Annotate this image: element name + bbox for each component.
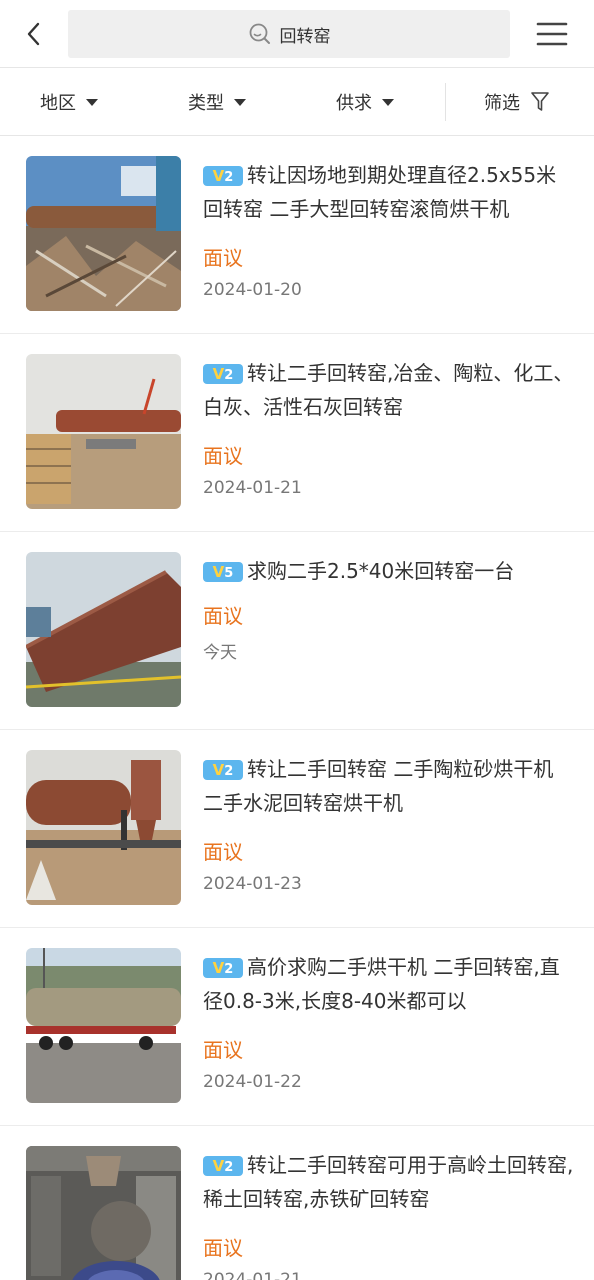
listing-price: 面议 — [203, 246, 243, 270]
filter-screen[interactable]: 筛选 — [484, 69, 550, 135]
listing-date: 2024-01-20 — [203, 280, 302, 300]
kiln-truck-photo — [26, 948, 181, 1103]
list-item[interactable]: V2 转让二手回转窑 二手陶粒砂烘干机 二手水泥回转窑烘干机 面议 2024-01… — [0, 730, 594, 928]
listing-photo[interactable] — [26, 156, 181, 311]
listing-price: 面议 — [203, 1236, 243, 1260]
listing-photo[interactable] — [26, 750, 181, 905]
list-item[interactable]: V2 转让因场地到期处理直径2.5x55米回转窑 二手大型回转窑滚筒烘干机 面议 … — [0, 136, 594, 334]
list-item[interactable]: V5 求购二手2.5*40米回转窑一台 面议 今天 — [0, 532, 594, 730]
vip-badge: V2 — [203, 364, 243, 384]
chevron-left-icon — [27, 22, 40, 46]
filter-region-label: 地区 — [40, 93, 76, 114]
listing-photo[interactable] — [26, 1146, 181, 1280]
kiln-photo — [26, 552, 181, 707]
filter-bar: 地区 类型 供求 筛选 — [0, 69, 594, 136]
list-item[interactable]: V2 转让二手回转窑可用于高岭土回转窑,稀土回转窑,赤铁矿回转窑 面议 2024-… — [0, 1126, 594, 1280]
search-query: 回转窑 — [279, 26, 331, 47]
caret-down-icon — [382, 98, 394, 106]
listing-title[interactable]: V2 转让因场地到期处理直径2.5x55米回转窑 二手大型回转窑滚筒烘干机 — [203, 158, 575, 226]
listing-title[interactable]: V5 求购二手2.5*40米回转窑一台 — [203, 554, 575, 588]
vip-badge: V5 — [203, 562, 243, 582]
list-item[interactable]: V2 转让二手回转窑,冶金、陶粒、化工、白灰、活性石灰回转窑 面议 2024-01… — [0, 334, 594, 532]
listing-title[interactable]: V2 转让二手回转窑,冶金、陶粒、化工、白灰、活性石灰回转窑 — [203, 356, 575, 424]
filter-type[interactable]: 类型 — [188, 69, 246, 135]
top-bar: 回转窑 — [0, 0, 594, 68]
listing-date: 今天 — [203, 643, 237, 663]
listing-photo[interactable] — [26, 948, 181, 1103]
hamburger-menu-icon — [536, 22, 568, 46]
listing-title[interactable]: V2 转让二手回转窑 二手陶粒砂烘干机 二手水泥回转窑烘干机 — [203, 752, 575, 820]
filter-divider — [445, 83, 446, 121]
caret-down-icon — [86, 98, 98, 106]
listing-title[interactable]: V2 高价求购二手烘干机 二手回转窑,直径0.8-3米,长度8-40米都可以 — [203, 950, 575, 1018]
listing-price: 面议 — [203, 444, 243, 468]
listing-title[interactable]: V2 转让二手回转窑可用于高岭土回转窑,稀土回转窑,赤铁矿回转窑 — [203, 1148, 575, 1216]
listing-price: 面议 — [203, 840, 243, 864]
funnel-icon — [531, 92, 549, 111]
listing-date: 2024-01-22 — [203, 1072, 302, 1092]
vip-badge: V2 — [203, 958, 243, 978]
listing-photo[interactable] — [26, 552, 181, 707]
listing-price: 面议 — [203, 604, 243, 628]
vip-badge: V2 — [203, 760, 243, 780]
back-button[interactable] — [18, 18, 50, 50]
filter-screen-label: 筛选 — [484, 93, 520, 114]
listing-price: 面议 — [203, 1038, 243, 1062]
vip-badge: V2 — [203, 166, 243, 186]
kiln-dryer-photo — [26, 750, 181, 905]
kiln-demolition-photo — [26, 156, 181, 311]
caret-down-icon — [234, 98, 246, 106]
menu-button[interactable] — [536, 20, 568, 48]
vip-badge: V2 — [203, 1156, 243, 1176]
listing-date: 2024-01-23 — [203, 874, 302, 894]
listing-photo[interactable] — [26, 354, 181, 509]
filter-supply-demand-label: 供求 — [336, 93, 372, 114]
listing-date: 2024-01-21 — [203, 1270, 302, 1280]
filter-region[interactable]: 地区 — [40, 69, 98, 135]
kiln-photo — [26, 354, 181, 509]
search-box[interactable]: 回转窑 — [68, 10, 510, 58]
filter-supply-demand[interactable]: 供求 — [336, 69, 394, 135]
filter-type-label: 类型 — [188, 93, 224, 114]
kiln-factory-photo — [26, 1146, 181, 1280]
listing-date: 2024-01-21 — [203, 478, 302, 498]
list-item[interactable]: V2 高价求购二手烘干机 二手回转窑,直径0.8-3米,长度8-40米都可以 面议… — [0, 928, 594, 1126]
search-icon — [249, 23, 270, 44]
